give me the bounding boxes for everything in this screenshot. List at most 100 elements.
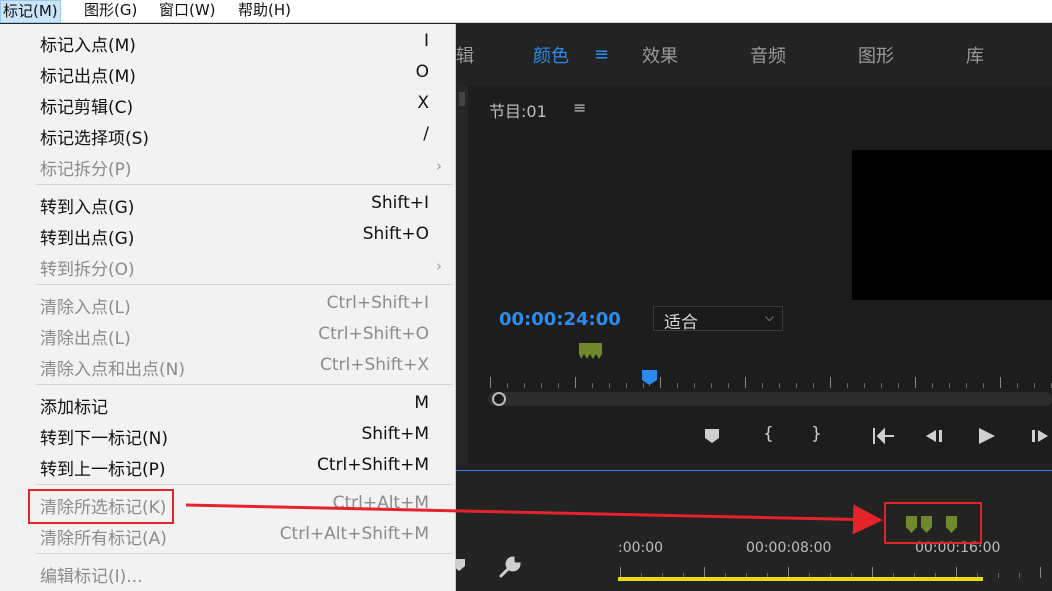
menu-item-shortcut: Ctrl+Shift+M <box>316 455 429 475</box>
menu-marker[interactable]: 标记(M) <box>0 0 61 23</box>
play-icon[interactable] <box>976 426 998 446</box>
fit-dropdown[interactable]: 适合 ⌵ <box>653 306 783 333</box>
menu-item-mark-split[interactable]: 标记拆分(P) › <box>0 151 454 182</box>
ruler-tick <box>677 383 678 388</box>
menu-item-label: 标记剪辑(C) <box>40 98 134 118</box>
ruler-tick <box>507 383 508 388</box>
ruler-tick <box>490 377 491 388</box>
monitor-time-ruler[interactable] <box>488 370 1052 388</box>
panel-menu-icon[interactable]: ≡ <box>573 98 586 117</box>
step-forward-icon[interactable] <box>1030 428 1052 444</box>
menu-item-shortcut: Shift+O <box>362 224 429 244</box>
menu-graphics[interactable]: 图形(G) <box>82 0 139 23</box>
menu-item-go-to-in[interactable]: 转到入点(G) Shift+I <box>0 189 454 220</box>
menu-separator <box>36 553 452 554</box>
go-to-in-icon[interactable] <box>872 427 896 445</box>
ruler-tick <box>609 383 610 388</box>
program-monitor-title[interactable]: 节目:01 <box>489 98 547 122</box>
ruler-tick <box>949 383 950 388</box>
ruler-tick <box>524 383 525 388</box>
menu-item-mark-in[interactable]: 标记入点(M) I <box>0 27 454 58</box>
marker-icon[interactable] <box>578 342 603 360</box>
menu-item-shortcut: I <box>423 31 429 51</box>
playhead-icon[interactable] <box>641 369 658 386</box>
menu-item-label: 标记选择项(S) <box>40 129 150 149</box>
menu-item-label: 清除入点和出点(N) <box>40 360 185 380</box>
annotation-highlight-menu-item <box>28 489 174 524</box>
scrollbar-handle[interactable] <box>492 392 506 406</box>
tab-edit-partial[interactable]: 辑 <box>456 42 474 68</box>
ruler-tick <box>558 383 559 388</box>
ruler-tick <box>915 377 916 388</box>
menu-item-clear-out[interactable]: 清除出点(L) Ctrl+Shift+O <box>0 320 454 351</box>
tab-audio[interactable]: 音频 <box>750 42 786 68</box>
work-area-bar[interactable] <box>618 577 983 581</box>
ruler-tick <box>881 383 882 388</box>
monitor-scrollbar[interactable] <box>488 392 1052 406</box>
menu-item-label: 编辑标记(I)... <box>40 567 143 587</box>
fit-dropdown-value: 适合 <box>664 313 698 333</box>
menu-item-shortcut: / <box>423 124 429 144</box>
menu-item-shortcut: Shift+M <box>361 424 429 444</box>
menu-item-label: 清除入点(L) <box>40 298 131 318</box>
ruler-tick <box>541 383 542 388</box>
tab-effects[interactable]: 效果 <box>642 42 678 68</box>
menu-window[interactable]: 窗口(W) <box>157 0 218 23</box>
add-marker-icon[interactable] <box>704 428 720 444</box>
timeline-timecode-8s: 00:00:08:00 <box>746 540 832 556</box>
menu-item-add-marker[interactable]: 添加标记 M <box>0 389 454 420</box>
ruler-tick <box>864 383 865 388</box>
ruler-tick <box>745 377 746 388</box>
ruler-tick <box>932 383 933 388</box>
timeline-ruler[interactable] <box>618 560 1052 578</box>
workspace-menu-icon[interactable]: ≡ <box>594 44 609 65</box>
ruler-tick <box>711 383 712 388</box>
menu-item-label: 转到下一标记(N) <box>40 429 168 449</box>
menu-item-clear-in-out[interactable]: 清除入点和出点(N) Ctrl+Shift+X <box>0 351 454 382</box>
menu-item-label: 清除出点(L) <box>40 329 131 349</box>
menu-separator <box>36 184 452 185</box>
ruler-tick <box>1040 567 1041 578</box>
mark-out-icon[interactable]: } <box>811 424 822 444</box>
step-back-icon[interactable] <box>924 428 946 444</box>
ruler-tick <box>660 377 661 388</box>
menu-item-label: 标记出点(M) <box>40 67 136 87</box>
menu-item-label: 转到出点(G) <box>40 229 135 249</box>
menu-item-label: 标记入点(M) <box>40 36 136 56</box>
annotation-highlight-markers <box>884 502 982 544</box>
tab-graphics[interactable]: 图形 <box>858 42 894 68</box>
menu-item-edit-marker[interactable]: 编辑标记(I)... <box>0 558 454 589</box>
menu-item-mark-selection[interactable]: 标记选择项(S) / <box>0 120 454 151</box>
menu-item-mark-out[interactable]: 标记出点(M) O <box>0 58 454 89</box>
menu-item-clear-all-markers[interactable]: 清除所有标记(A) Ctrl+Alt+Shift+M <box>0 520 454 551</box>
menu-separator <box>36 384 452 385</box>
tab-color[interactable]: 颜色 <box>533 42 569 68</box>
menu-item-clear-in[interactable]: 清除入点(L) Ctrl+Shift+I <box>0 289 454 320</box>
menu-item-prev-marker[interactable]: 转到上一标记(P) Ctrl+Shift+M <box>0 451 454 482</box>
ruler-tick <box>575 377 576 388</box>
ruler-tick <box>592 383 593 388</box>
ruler-tick <box>626 383 627 388</box>
menu-item-next-marker[interactable]: 转到下一标记(N) Shift+M <box>0 420 454 451</box>
menu-item-shortcut: X <box>417 93 429 113</box>
menu-item-mark-clip[interactable]: 标记剪辑(C) X <box>0 89 454 120</box>
ruler-tick <box>983 383 984 388</box>
wrench-icon[interactable] <box>497 554 523 580</box>
chevron-down-icon: ⌵ <box>764 310 774 324</box>
menu-item-shortcut: O <box>415 62 429 82</box>
menu-separator <box>36 284 452 285</box>
tab-libraries[interactable]: 库 <box>966 42 984 68</box>
menu-item-label: 转到拆分(O) <box>40 260 135 280</box>
ruler-tick <box>779 383 780 388</box>
playhead-timecode[interactable]: 00:00:24:00 <box>499 309 621 330</box>
menu-item-label: 转到上一标记(P) <box>40 460 166 480</box>
menu-item-label: 转到入点(G) <box>40 198 135 218</box>
menu-item-go-to-out[interactable]: 转到出点(G) Shift+O <box>0 220 454 251</box>
ruler-tick <box>762 383 763 388</box>
mark-in-icon[interactable]: { <box>763 424 774 444</box>
ruler-tick <box>830 377 831 388</box>
menu-help[interactable]: 帮助(H) <box>236 0 293 23</box>
menu-item-go-to-split[interactable]: 转到拆分(O) › <box>0 251 454 282</box>
ruler-tick <box>898 383 899 388</box>
source-panel-edge <box>456 86 468 464</box>
